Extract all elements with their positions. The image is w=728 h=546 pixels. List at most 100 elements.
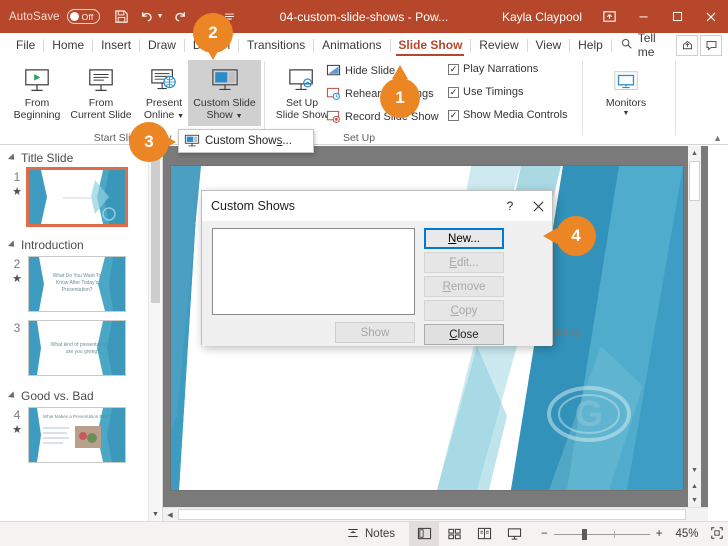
undo-dropdown-caret[interactable]: ▼ [157,13,164,20]
callout-badge-3: 3 [129,122,176,162]
slide-show-view-icon[interactable] [499,522,529,546]
show-button[interactable]: Show [335,322,415,343]
close-button[interactable]: Close [424,324,504,345]
zoom-control[interactable]: − + 45% [541,526,724,543]
slide-thumbnail[interactable] [26,167,128,227]
share-icon[interactable] [676,34,699,56]
slide-list-item[interactable]: 4 ★ What Makes a Presentation Bad? [0,407,162,471]
slide-panel-scrollbar[interactable]: ▼ [148,146,161,521]
play-narrations-checkbox[interactable]: ✓ Play Narrations [448,63,538,75]
present-online-button[interactable]: Present Online ▼ [138,60,190,126]
from-beginning-button[interactable]: From Beginning [6,60,68,126]
comments-icon[interactable] [700,34,722,56]
tab-slide-show[interactable]: Slide Show [390,33,470,57]
callout-number: 1 [395,88,405,107]
present-online-caret[interactable]: ▼ [177,113,184,120]
slide-list-item[interactable]: 1 ★ [0,167,162,233]
scroll-down-icon[interactable]: ▼ [688,463,701,477]
reading-view-icon[interactable] [469,522,499,546]
custom-slide-show-caret[interactable]: ▼ [236,113,243,120]
zoom-out-button[interactable]: − [541,528,548,540]
tab-transitions[interactable]: Transitions [239,33,313,57]
scroll-up-icon[interactable]: ▲ [688,146,701,160]
new-button[interactable]: New... [424,228,504,249]
notes-button[interactable]: Notes [346,526,395,543]
tab-file[interactable]: File [8,33,43,57]
scroll-left-icon[interactable]: ◀ [163,508,177,521]
undo-icon[interactable] [135,6,158,28]
callout-number: 3 [144,132,154,151]
zoom-level-label[interactable]: 45% [668,528,698,540]
slide-list-item[interactable]: 3 What kind of presentation are you givi… [0,320,162,384]
slide-panel-scroll-down-icon[interactable]: ▼ [149,507,162,521]
svg-text:What kind of presentation: What kind of presentation [51,342,108,348]
remove-button[interactable]: Remove [424,276,504,297]
edit-button[interactable]: Edit... [424,252,504,273]
horizontal-scrollbar-thumb[interactable] [178,509,686,520]
slide-sorter-icon[interactable] [439,522,469,546]
section-header-introduction[interactable]: Introduction [0,233,162,256]
slide-area-horizontal-scrollbar[interactable]: ◀ [163,507,708,521]
menu-item-custom-shows[interactable]: Custom Shows... [205,135,292,147]
custom-slide-show-icon [210,60,240,96]
save-icon[interactable] [110,6,133,28]
from-current-slide-label-line2: Current Slide [70,108,132,121]
tab-help[interactable]: Help [570,33,611,57]
autosave-knob [70,12,80,21]
zoom-in-button[interactable]: + [656,528,663,540]
next-slide-icon[interactable]: ▼ [688,493,701,507]
monitors-button[interactable]: Monitors ▼ [595,60,657,126]
autosave-toggle[interactable]: Off [66,9,100,24]
custom-slide-show-label-line1: Custom Slide [193,97,256,109]
custom-shows-menu-icon [179,134,205,149]
redo-icon[interactable] [169,6,192,28]
tell-me-search[interactable]: Tell me [612,31,674,59]
slide-panel-scrollbar-thumb[interactable] [151,148,160,303]
vertical-scrollbar-thumb[interactable] [689,161,700,201]
hide-slide-button[interactable]: Hide Slide [325,63,395,79]
help-icon[interactable]: ? [496,191,524,221]
normal-view-icon[interactable] [409,521,440,546]
fit-to-window-icon[interactable] [710,526,724,543]
close-icon[interactable] [694,0,728,33]
previous-slide-icon[interactable]: ▲ [688,479,701,493]
copy-button[interactable]: Copy [424,300,504,321]
user-account-name[interactable]: Kayla Claypool [502,10,582,24]
maximize-icon[interactable] [660,0,694,33]
custom-slide-show-button[interactable]: Custom Slide Show ▼ [188,60,261,126]
tab-insert[interactable]: Insert [93,33,139,57]
svg-text:Know After Today's: Know After Today's [56,280,99,286]
custom-shows-listbox[interactable] [212,228,415,315]
tab-review[interactable]: Review [471,33,526,57]
tab-draw[interactable]: Draw [140,33,184,57]
section-title: Good vs. Bad [21,389,94,403]
tab-animations[interactable]: Animations [314,33,389,57]
section-header-good-vs-bad[interactable]: Good vs. Bad [0,384,162,407]
powerpoint-window: AutoSave Off ▼ 04-custom-slide-shows - P… [0,0,728,546]
show-media-controls-checkbox-box: ✓ [448,109,459,121]
slide-area-vertical-scrollbar[interactable]: ▲ ▼ ▲ ▼ [688,146,701,521]
svg-text:What Makes a Presentation Bad?: What Makes a Presentation Bad? [43,414,111,419]
show-media-controls-checkbox[interactable]: ✓ Show Media Controls [448,109,568,121]
monitors-caret[interactable]: ▼ [623,110,630,117]
slide-thumbnail[interactable]: What kind of presentation are you giving… [28,320,126,376]
zoom-slider-track[interactable] [553,528,650,540]
ribbon-display-options-icon[interactable] [592,0,626,33]
minimize-icon[interactable] [626,0,660,33]
collapse-ribbon-icon[interactable]: ▲ [713,133,722,143]
zoom-slider-handle[interactable] [581,528,587,540]
from-current-slide-button[interactable]: From Current Slide [62,60,140,126]
collapse-triangle-icon [7,240,18,250]
slide-thumbnail-panel[interactable]: Title Slide 1 ★ Introduction 2 ★ What Do… [0,146,163,521]
dialog-body: Show New... Edit... Remove Copy Close [202,221,552,346]
use-timings-checkbox[interactable]: ✓ Use Timings [448,86,524,98]
animation-star-icon: ★ [12,424,22,436]
slide-thumbnail[interactable]: What Do You Want To Know After Today's P… [28,256,126,312]
slide-list-item[interactable]: 2 ★ What Do You Want To Know After Today… [0,256,162,320]
slide-thumbnail[interactable]: What Makes a Presentation Bad? [28,407,126,463]
set-up-slide-show-label-line1: Set Up [285,97,319,109]
present-online-label-line1: Present [145,97,183,109]
tab-view[interactable]: View [527,33,569,57]
tab-home[interactable]: Home [44,33,92,57]
dialog-close-icon[interactable] [524,191,552,221]
